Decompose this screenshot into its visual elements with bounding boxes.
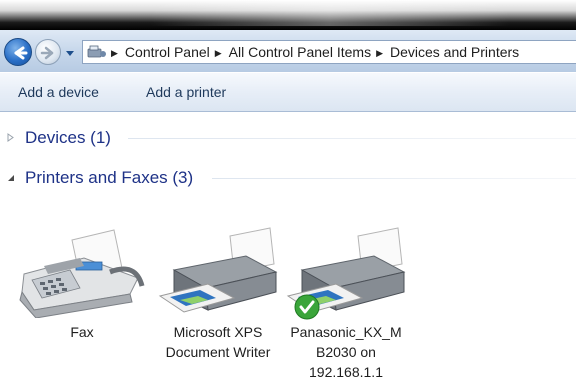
device-label: Panasonic_KX_M B2030 on 192.168.1.1 — [290, 324, 402, 380]
back-button[interactable] — [4, 38, 32, 66]
collapse-triangle-icon[interactable] — [6, 173, 15, 182]
group-header-printers[interactable]: Printers and Faxes (3) — [0, 166, 576, 190]
printer-icon — [158, 227, 278, 313]
forward-button[interactable] — [35, 39, 61, 65]
device-item-panasonic-printer[interactable]: Panasonic_KX_M B2030 on 192.168.1.1 — [278, 222, 414, 380]
group-title-devices: Devices (1) — [25, 128, 111, 147]
breadcrumb-control-panel[interactable]: Control Panel — [125, 44, 210, 60]
device-label: Fax — [70, 324, 94, 340]
window-title-bar — [0, 0, 576, 30]
group-divider — [128, 138, 576, 139]
fax-machine-icon — [19, 229, 145, 318]
add-device-button[interactable]: Add a device — [18, 73, 99, 111]
devices-and-printers-location-icon — [87, 45, 106, 58]
breadcrumb: ▶ Control Panel ▶ All Control Panel Items ▶ D… — [111, 41, 519, 63]
forward-arrow-icon — [40, 46, 54, 60]
title-bar-glass — [150, 0, 510, 26]
address-bar[interactable]: ▶ Control Panel ▶ All Control Panel Items ▶ D… — [82, 40, 576, 64]
device-item-microsoft-xps-document-writer[interactable]: Microsoft XPS Document Writer — [150, 222, 286, 372]
device-item-fax[interactable]: Fax — [14, 222, 150, 372]
command-bar: Add a device Add a printer — [0, 72, 576, 112]
default-printer-check-icon — [294, 294, 320, 320]
recent-pages-dropdown-icon[interactable] — [64, 47, 76, 59]
group-title-printers: Printers and Faxes (3) — [25, 168, 194, 187]
breadcrumb-separator-icon[interactable]: ▶ — [215, 42, 222, 64]
navigation-bar: ▶ Control Panel ▶ All Control Panel Items ▶ D… — [0, 30, 576, 72]
breadcrumb-devices-and-printers[interactable]: Devices and Printers — [390, 44, 519, 60]
back-arrow-icon — [14, 46, 28, 60]
breadcrumb-separator-icon[interactable]: ▶ — [376, 42, 383, 64]
expand-triangle-icon[interactable] — [6, 133, 15, 142]
group-divider — [212, 178, 576, 179]
add-printer-button[interactable]: Add a printer — [146, 73, 226, 111]
breadcrumb-separator-icon[interactable]: ▶ — [111, 42, 118, 64]
device-label: Microsoft XPS Document Writer — [165, 324, 271, 360]
breadcrumb-all-control-panel-items[interactable]: All Control Panel Items — [229, 44, 371, 60]
group-header-devices[interactable]: Devices (1) — [0, 126, 576, 150]
